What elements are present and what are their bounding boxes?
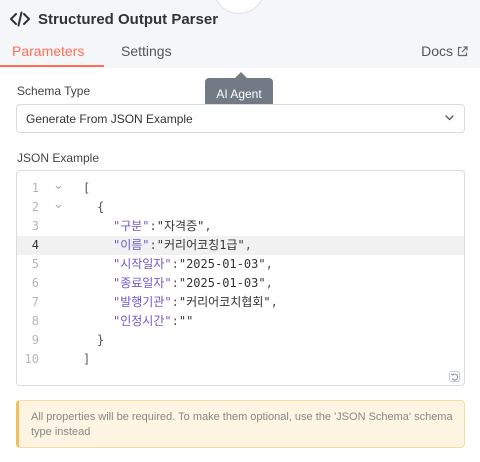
json-colon: : xyxy=(171,257,179,271)
code-line: 10 ] xyxy=(17,350,464,369)
line-number: 8 xyxy=(31,314,39,328)
json-value: "" xyxy=(178,314,194,328)
schema-type-value: Generate From JSON Example xyxy=(26,111,193,126)
panel-title-row: Structured Output Parser xyxy=(10,8,218,30)
line-number: 7 xyxy=(31,295,39,309)
code-line: 6 "종료일자":"2025-01-03", xyxy=(17,274,464,293)
code-text: "발행기관":"커리어코치협회", xyxy=(113,293,278,312)
line-number: 4 xyxy=(31,238,39,252)
code-line: 2 { xyxy=(17,198,464,217)
code-line: 7 "발행기관":"커리어코치협회", xyxy=(17,293,464,312)
docs-link[interactable]: Docs xyxy=(421,43,468,59)
line-number: 6 xyxy=(31,276,39,290)
fold-chevron-icon[interactable] xyxy=(55,204,62,209)
code-text: { xyxy=(97,200,105,214)
json-comma: , xyxy=(265,276,273,290)
fold-chevron-icon[interactable] xyxy=(55,185,62,190)
json-value: "커리어코칭1급" xyxy=(156,238,245,252)
code-text: [ xyxy=(83,181,91,195)
panel-title: Structured Output Parser xyxy=(38,10,219,28)
code-line: 3 "구분":"자격증", xyxy=(17,217,464,236)
json-key: "인정시간" xyxy=(113,314,172,328)
json-value: "자격증" xyxy=(156,219,205,233)
docs-link-label: Docs xyxy=(421,43,453,59)
json-value: "커리어코치협회" xyxy=(178,295,271,309)
code-line: 9 } xyxy=(17,331,464,350)
schema-type-label: Schema Type xyxy=(17,84,91,98)
json-key: "이름" xyxy=(113,238,150,252)
json-key: "시작일자" xyxy=(113,257,172,271)
line-number: 5 xyxy=(31,257,39,271)
json-colon: : xyxy=(171,276,179,290)
line-number: 9 xyxy=(31,333,39,347)
code-text: "인정시간":"" xyxy=(113,312,193,331)
code-line: 5 "시작일자":"2025-01-03", xyxy=(17,255,464,274)
json-value: "2025-01-03" xyxy=(178,276,266,290)
code-text: "시작일자":"2025-01-03", xyxy=(113,255,273,274)
line-number: 2 xyxy=(31,200,39,214)
code-line: 8 "인정시간":"" xyxy=(17,312,464,331)
code-line: 1 [ xyxy=(17,179,464,198)
json-key: "발행기관" xyxy=(113,295,172,309)
json-key: "종료일자" xyxy=(113,276,172,290)
json-comma: , xyxy=(244,238,252,252)
code-text: ] xyxy=(83,352,91,366)
tab-parameters[interactable]: Parameters xyxy=(12,43,84,59)
json-comma: , xyxy=(204,219,212,233)
resize-handle-icon[interactable] xyxy=(449,371,460,382)
code-line-active: 4 "이름":"커리어코칭1급", xyxy=(17,236,464,255)
required-properties-notice: All properties will be required. To make… xyxy=(16,400,465,448)
external-link-icon xyxy=(457,45,468,56)
code-text: "종료일자":"2025-01-03", xyxy=(113,274,273,293)
tab-settings[interactable]: Settings xyxy=(121,43,172,59)
code-text: } xyxy=(97,333,105,347)
json-comma: , xyxy=(265,257,273,271)
json-colon: : xyxy=(171,314,179,328)
line-number: 1 xyxy=(31,181,39,195)
line-number: 3 xyxy=(31,219,39,233)
panel-header: Structured Output Parser Parameters Sett… xyxy=(0,0,480,68)
code-text: "구분":"자격증", xyxy=(113,217,212,236)
json-colon: : xyxy=(171,295,179,309)
active-tab-indicator xyxy=(0,65,104,67)
tab-bar: Parameters Settings Docs xyxy=(0,40,480,68)
line-number: 10 xyxy=(24,352,39,366)
json-comma: , xyxy=(270,295,278,309)
schema-type-select[interactable]: Generate From JSON Example xyxy=(16,104,465,133)
code-text: "이름":"커리어코칭1급", xyxy=(113,236,252,255)
json-colon: : xyxy=(149,238,157,252)
code-icon xyxy=(10,11,30,27)
chevron-down-icon xyxy=(445,115,454,121)
json-value: "2025-01-03" xyxy=(178,257,266,271)
node-connector-bubble xyxy=(213,0,265,14)
json-example-label: JSON Example xyxy=(17,151,100,165)
json-colon: : xyxy=(149,219,157,233)
json-example-editor[interactable]: 1 [ 2 { 3 "구분":"자격증", 4 "이름":"커리어코칭1급", … xyxy=(16,170,465,386)
json-key: "구분" xyxy=(113,219,150,233)
